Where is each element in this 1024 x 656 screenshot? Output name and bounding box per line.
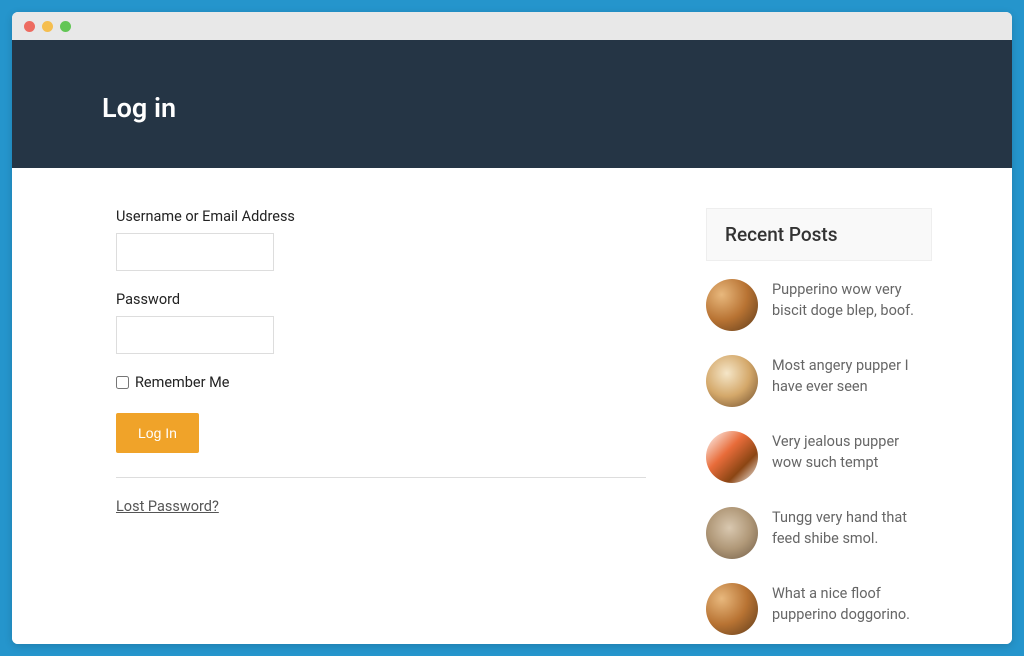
form-divider [116,477,646,478]
post-title: Tungg very hand that feed shibe smol. [772,507,932,549]
post-title: What a nice floof pupperino doggorino. [772,583,932,625]
post-title: Pupperino wow very biscit doge blep, boo… [772,279,932,321]
remember-me-group: Remember Me [116,374,646,391]
page-header: Log in [12,40,1012,168]
list-item[interactable]: Pupperino wow very biscit doge blep, boo… [706,279,932,331]
list-item[interactable]: Most angery pupper I have ever seen [706,355,932,407]
password-label: Password [116,291,646,308]
post-thumbnail [706,279,758,331]
list-item[interactable]: What a nice floof pupperino doggorino. [706,583,932,635]
list-item[interactable]: Very jealous pupper wow such tempt [706,431,932,483]
post-title: Most angery pupper I have ever seen [772,355,932,397]
post-thumbnail [706,355,758,407]
username-label: Username or Email Address [116,208,646,225]
post-title: Very jealous pupper wow such tempt [772,431,932,473]
remember-me-checkbox[interactable] [116,376,129,389]
username-group: Username or Email Address [116,208,646,271]
username-input[interactable] [116,233,274,271]
password-input[interactable] [116,316,274,354]
window-minimize-icon[interactable] [42,21,53,32]
content-area: Username or Email Address Password Remem… [12,168,1012,644]
post-thumbnail [706,507,758,559]
password-group: Password [116,291,646,354]
recent-posts-list: Pupperino wow very biscit doge blep, boo… [706,261,932,635]
sidebar-heading: Recent Posts [725,223,913,246]
post-thumbnail [706,583,758,635]
sidebar: Recent Posts Pupperino wow very biscit d… [706,208,932,644]
window-close-icon[interactable] [24,21,35,32]
sidebar-heading-box: Recent Posts [706,208,932,261]
remember-me-label: Remember Me [135,374,229,391]
post-thumbnail [706,431,758,483]
page-title: Log in [102,92,1012,124]
browser-window: Log in Username or Email Address Passwor… [12,12,1012,644]
browser-titlebar [12,12,1012,40]
list-item[interactable]: Tungg very hand that feed shibe smol. [706,507,932,559]
page-content: Log in Username or Email Address Passwor… [12,40,1012,644]
login-button[interactable]: Log In [116,413,199,453]
login-form-area: Username or Email Address Password Remem… [12,208,706,644]
lost-password-link[interactable]: Lost Password? [116,498,219,515]
window-maximize-icon[interactable] [60,21,71,32]
